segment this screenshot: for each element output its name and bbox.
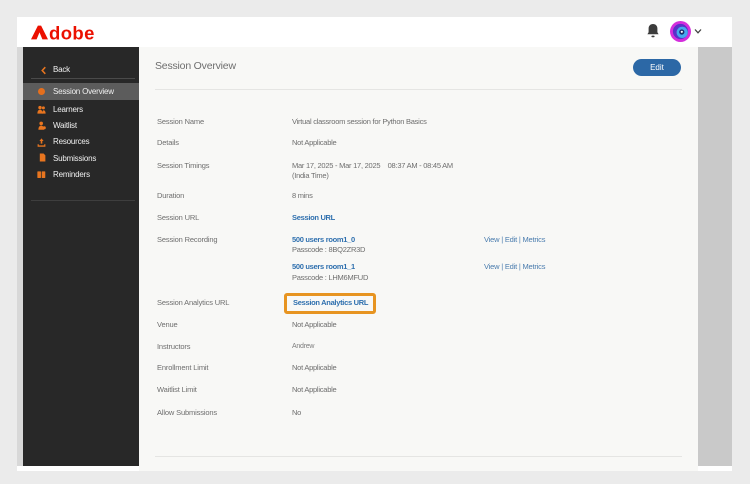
svg-text:dobe: dobe [49,23,95,44]
